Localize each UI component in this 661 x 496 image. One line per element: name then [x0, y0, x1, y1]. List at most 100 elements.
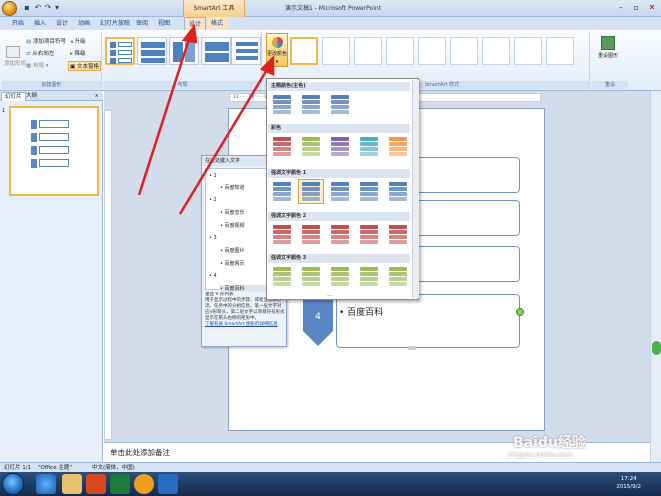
- style-option-3[interactable]: [354, 37, 382, 65]
- text-pane-item[interactable]: • 2: [209, 197, 217, 203]
- minimize-button[interactable]: –: [614, 2, 628, 14]
- color-option[interactable]: [328, 265, 352, 288]
- add-bullet-button[interactable]: ▤ 添加项目符号: [26, 37, 66, 45]
- rotate-handle[interactable]: [516, 308, 524, 316]
- close-button[interactable]: ✕: [645, 2, 659, 14]
- text-pane-item[interactable]: • 3: [209, 235, 217, 241]
- color-option[interactable]: [299, 93, 323, 116]
- learn-more-link[interactable]: 了解有关 SmartArt 图形的详细信息: [205, 322, 285, 328]
- add-shape-button[interactable]: 添加形状: [4, 46, 26, 67]
- style-option-5[interactable]: [418, 37, 446, 65]
- promote-button[interactable]: ◂ 升级: [70, 37, 86, 45]
- tab-animations[interactable]: 动画: [74, 17, 94, 30]
- layout-vertical-chevron-list[interactable]: [105, 37, 135, 65]
- explorer-icon[interactable]: [62, 474, 82, 494]
- color-option[interactable]: [357, 265, 381, 288]
- word-taskbar-icon[interactable]: [158, 474, 178, 494]
- style-option-4[interactable]: [386, 37, 414, 65]
- tab-smartart-design[interactable]: 设计: [184, 17, 207, 31]
- diagram-text-box-4[interactable]: • 百度百科: [336, 294, 520, 348]
- save-icon[interactable]: ▪: [22, 3, 32, 13]
- app-taskbar-icon[interactable]: [134, 474, 154, 494]
- color-option[interactable]: [270, 180, 294, 203]
- color-option[interactable]: [270, 265, 294, 288]
- text-pane-button[interactable]: ▣ 文本窗格: [68, 61, 101, 71]
- text-pane-item[interactable]: • 4: [209, 273, 217, 279]
- style-option-8[interactable]: [514, 37, 542, 65]
- color-option[interactable]: [386, 265, 410, 288]
- right-to-left-button[interactable]: ⇄ 从右向左: [26, 49, 54, 57]
- dropdown-scrollbar[interactable]: [412, 80, 419, 298]
- slide-thumbnail[interactable]: [9, 106, 99, 196]
- text-pane-item[interactable]: • 百度网页: [220, 260, 245, 267]
- color-option[interactable]: [299, 265, 323, 288]
- layout-option-2[interactable]: [137, 37, 167, 65]
- color-option[interactable]: [299, 135, 323, 158]
- office-button[interactable]: [2, 1, 17, 16]
- style-option-6[interactable]: [450, 37, 478, 65]
- chevron-number: 4: [315, 312, 321, 322]
- color-option[interactable]: [357, 223, 381, 246]
- color-option[interactable]: [386, 223, 410, 246]
- tab-design[interactable]: 设计: [52, 17, 72, 30]
- tab-smartart-format[interactable]: 格式: [207, 17, 228, 30]
- change-colors-button[interactable]: 更改颜色 ▾: [266, 33, 288, 67]
- reset-graphic-button[interactable]: 重设图形: [596, 34, 620, 70]
- color-option[interactable]: [270, 135, 294, 158]
- color-swatch-bar: [389, 230, 407, 234]
- color-option[interactable]: [328, 93, 352, 116]
- tab-home[interactable]: 开始: [8, 17, 28, 30]
- color-option[interactable]: [357, 135, 381, 158]
- color-option[interactable]: [386, 180, 410, 203]
- maximize-button[interactable]: ▫: [629, 2, 643, 14]
- color-option[interactable]: [328, 135, 352, 158]
- text-pane-item[interactable]: • 百度知道: [220, 184, 245, 191]
- color-option[interactable]: [386, 135, 410, 158]
- tab-review[interactable]: 审阅: [132, 17, 152, 30]
- layout-option-4[interactable]: [201, 37, 231, 65]
- layout-option-5[interactable]: [231, 37, 261, 65]
- close-pane-button[interactable]: x: [92, 92, 101, 101]
- style-option-2[interactable]: [322, 37, 350, 65]
- layout-dropdown-button[interactable]: ▦ 布局 ▾: [26, 61, 48, 69]
- text-pane-item[interactable]: • 百度音乐: [220, 209, 245, 216]
- tab-outline[interactable]: 大纲: [23, 92, 40, 101]
- window-title: 演示文稿1 - Microsoft PowerPoint: [285, 5, 382, 12]
- color-option[interactable]: [357, 180, 381, 203]
- style-option-9[interactable]: [546, 37, 574, 65]
- powerpoint-taskbar-icon[interactable]: [86, 474, 106, 494]
- color-option[interactable]: [298, 179, 324, 204]
- color-option[interactable]: [270, 223, 294, 246]
- ie-icon[interactable]: [36, 474, 56, 494]
- color-option[interactable]: [270, 93, 294, 116]
- color-option[interactable]: [328, 223, 352, 246]
- text-pane-item[interactable]: • 1: [209, 173, 217, 179]
- demote-button[interactable]: ▸ 降级: [70, 49, 86, 57]
- color-swatch-bar: [389, 225, 407, 229]
- promote-icon: ◂: [70, 39, 73, 45]
- color-swatch-bar: [389, 142, 407, 146]
- color-swatch-bar: [331, 105, 349, 109]
- clock[interactable]: 17:24 2015/9/2: [616, 475, 641, 491]
- vertical-scrollbar[interactable]: [650, 91, 661, 462]
- text-pane-item[interactable]: • 百度视频: [220, 222, 245, 229]
- undo-icon[interactable]: ↶: [33, 3, 43, 13]
- color-option[interactable]: [299, 223, 323, 246]
- style-option-1[interactable]: [290, 37, 318, 65]
- excel-taskbar-icon[interactable]: [110, 474, 130, 494]
- layout-option-3[interactable]: [169, 37, 199, 65]
- resize-handle[interactable]: [408, 346, 416, 350]
- color-swatch-bar: [331, 230, 349, 234]
- tab-view[interactable]: 视图: [154, 17, 174, 30]
- tab-insert[interactable]: 插入: [30, 17, 50, 30]
- color-option[interactable]: [328, 180, 352, 203]
- tab-slideshow[interactable]: 幻灯片放映: [96, 17, 134, 30]
- color-swatch-bar: [273, 142, 291, 146]
- text-pane-item[interactable]: • 百度图片: [220, 247, 245, 254]
- floating-widget[interactable]: [652, 341, 661, 355]
- tab-slides[interactable]: 幻灯片: [1, 92, 26, 101]
- style-option-7[interactable]: [482, 37, 510, 65]
- color-section-title: 彩色: [268, 124, 410, 133]
- start-button[interactable]: [2, 473, 24, 495]
- qat-dropdown-icon[interactable]: ▾: [52, 3, 62, 13]
